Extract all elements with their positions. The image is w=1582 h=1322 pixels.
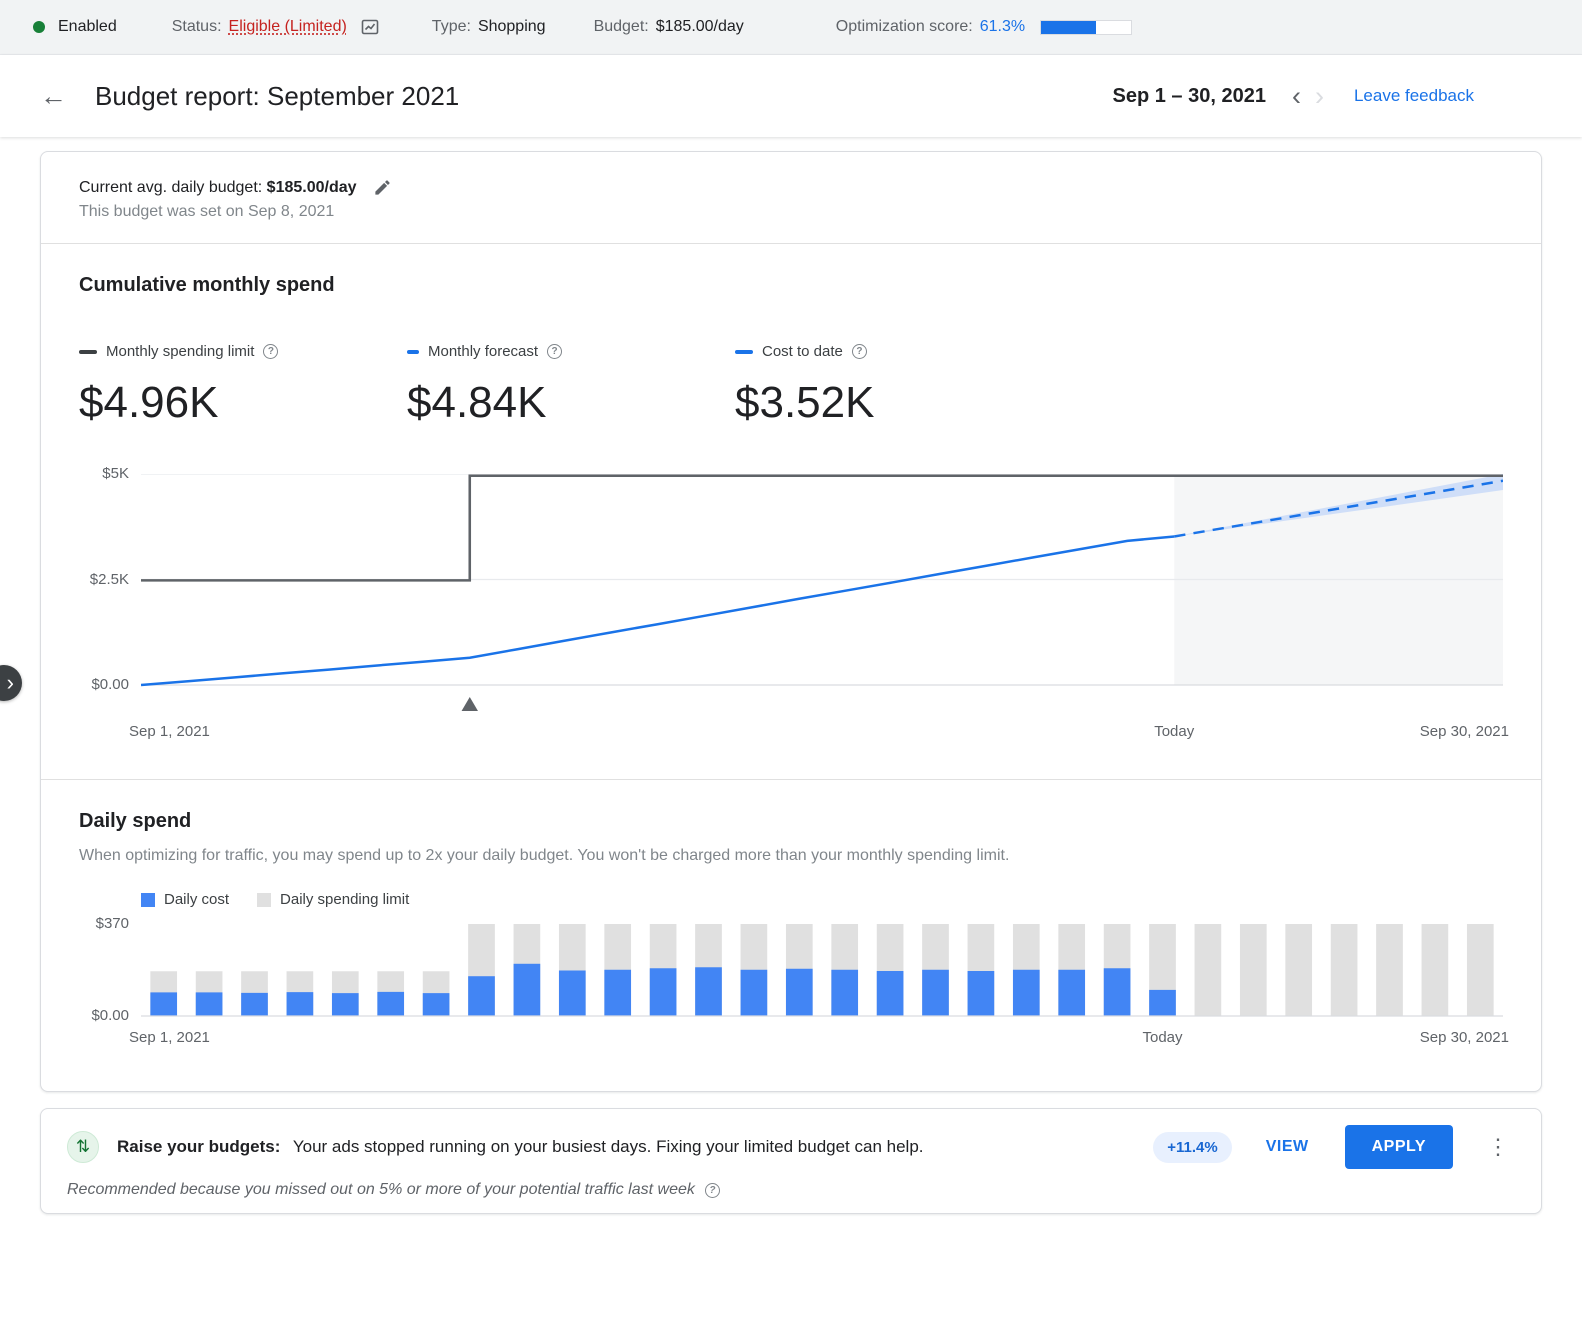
legend-label: Daily cost: [164, 891, 230, 908]
chevron-right-icon: ›: [6, 670, 14, 695]
recommendation-title: Raise your budgets:: [117, 1137, 281, 1156]
stat-monthly-spending-limit: Monthly spending limit ? $4.96K: [79, 343, 407, 428]
cost-to-date-swatch-icon: [735, 349, 753, 354]
view-button[interactable]: VIEW: [1260, 1128, 1315, 1166]
stat-value: $3.52K: [735, 378, 875, 427]
stat-monthly-forecast: Monthly forecast ? $4.84K: [407, 343, 735, 428]
enabled-label: Enabled: [58, 18, 117, 35]
type-value: Shopping: [477, 18, 546, 35]
stat-value: $4.96K: [79, 378, 219, 427]
recommendation-footnote: Recommended because you missed out on 5%…: [67, 1181, 695, 1198]
stat-label: Monthly forecast: [428, 343, 539, 360]
optimization-progress-bar: [1040, 19, 1133, 35]
daily-x-axis: Sep 1, 2021 Today Sep 30, 2021: [129, 1029, 1509, 1049]
optimization-score[interactable]: Optimization score: 61.3%: [835, 18, 1133, 36]
legend-label: Daily spending limit: [280, 891, 410, 908]
x-axis-tick-today: Today: [1154, 723, 1195, 740]
spending-limit-swatch-icon: [79, 349, 97, 354]
current-budget-value: $185.00/day: [266, 178, 357, 196]
daily-section-title: Daily spend: [79, 810, 192, 832]
daily-bar-chart: Sep 1, 2021 Today Sep 30, 2021: [129, 924, 1509, 1049]
campaign-type: Type: Shopping: [432, 18, 546, 36]
stat-value: $4.84K: [407, 378, 547, 427]
raise-budgets-arrows-icon: ⇅: [67, 1131, 99, 1163]
page-header: ← Budget report: September 2021 Sep 1 – …: [0, 55, 1582, 137]
edit-budget-pencil-icon[interactable]: [373, 178, 392, 197]
more-options-icon[interactable]: ⋮: [1479, 1130, 1517, 1164]
status-value[interactable]: Eligible (Limited): [229, 18, 347, 36]
stat-label: Cost to date: [762, 343, 843, 360]
forecast-swatch-icon: [407, 349, 419, 354]
status-label: Status:: [171, 18, 222, 35]
daily-chart-area: $370 $0.00 Sep 1, 2021 Today Sep 30, 202…: [79, 915, 1509, 1049]
campaign-budget[interactable]: Budget: $185.00/day: [594, 18, 744, 36]
recommendation-description: Your ads stopped running on your busiest…: [292, 1137, 924, 1156]
legend-daily-spending-limit: Daily spending limit: [257, 891, 409, 908]
optimization-score-value: 61.3%: [979, 18, 1026, 35]
budget-label: Budget:: [593, 18, 649, 35]
budget-value: $185.00/day: [655, 18, 744, 35]
y-axis-tick: $0.00: [91, 676, 129, 693]
y-axis-tick: $0.00: [91, 1007, 129, 1024]
help-icon[interactable]: ?: [851, 344, 867, 359]
main-content: Current avg. daily budget: $185.00/day T…: [0, 151, 1582, 1214]
x-axis-tick: Sep 1, 2021: [129, 1029, 210, 1046]
apply-button[interactable]: APPLY: [1344, 1125, 1453, 1169]
back-arrow-icon[interactable]: ←: [40, 82, 67, 110]
page-title: Budget report: September 2021: [95, 80, 460, 111]
campaign-enabled-control[interactable]: Enabled: [33, 18, 117, 36]
cumulative-section-title: Cumulative monthly spend: [79, 274, 335, 296]
current-budget-section: Current avg. daily budget: $185.00/day T…: [41, 152, 1541, 244]
x-axis-tick: Sep 1, 2021: [129, 723, 210, 740]
budget-report-card: Current avg. daily budget: $185.00/day T…: [40, 151, 1542, 1092]
stat-label: Monthly spending limit: [106, 343, 255, 360]
daily-section-subtitle: When optimizing for traffic, you may spe…: [79, 847, 1010, 864]
help-icon[interactable]: ?: [547, 344, 563, 359]
recommendation-text: Raise your budgets: Your ads stopped run…: [117, 1137, 924, 1157]
daily-chart-legend: Daily cost Daily spending limit: [141, 891, 1503, 908]
help-icon[interactable]: ?: [263, 344, 279, 359]
x-axis-tick: Sep 30, 2021: [1419, 1029, 1509, 1046]
optimization-score-label: Optimization score:: [835, 18, 973, 35]
spend-stats-row: Monthly spending limit ? $4.96K Monthly …: [79, 343, 1503, 428]
daily-limit-swatch-icon: [257, 892, 272, 907]
cumulative-chart-area: $5K $2.5K $0.00 Sep 1, 2021 Today Sep 30…: [79, 465, 1509, 743]
cumulative-x-axis: Sep 1, 2021 Today Sep 30, 2021: [129, 723, 1509, 743]
help-icon[interactable]: ?: [704, 1182, 720, 1198]
daily-cost-swatch-icon: [141, 892, 155, 907]
status-history-icon[interactable]: [360, 17, 380, 37]
legend-daily-cost: Daily cost: [141, 891, 229, 908]
x-axis-tick-today: Today: [1142, 1029, 1183, 1046]
previous-month-chevron-icon[interactable]: ‹: [1292, 82, 1301, 110]
current-budget-label: Current avg. daily budget:: [79, 178, 263, 196]
cumulative-spend-section: Cumulative monthly spend Monthly spendin…: [41, 244, 1541, 780]
leave-feedback-link[interactable]: Leave feedback: [1354, 86, 1474, 106]
stat-cost-to-date: Cost to date ? $3.52K: [735, 343, 1063, 428]
type-label: Type:: [431, 18, 471, 35]
budget-set-date-note: This budget was set on Sep 8, 2021: [79, 203, 335, 220]
y-axis-tick: $2.5K: [89, 571, 129, 588]
uplift-badge[interactable]: +11.4%: [1153, 1131, 1232, 1163]
campaign-status: Status: Eligible (Limited): [172, 17, 380, 37]
enabled-dot-icon: [33, 21, 45, 33]
y-axis-tick: $5K: [102, 465, 129, 482]
optimization-progress-fill: [1041, 20, 1097, 34]
daily-spend-section: Daily spend When optimizing for traffic,…: [41, 780, 1541, 1091]
cumulative-line-chart: Sep 1, 2021 Today Sep 30, 2021: [129, 474, 1509, 743]
recommendation-card: ⇅ Raise your budgets: Your ads stopped r…: [40, 1108, 1542, 1214]
campaign-info-bar: Enabled Status: Eligible (Limited) Type:…: [0, 0, 1582, 55]
y-axis-tick: $370: [95, 915, 129, 932]
x-axis-tick: Sep 30, 2021: [1419, 723, 1509, 740]
date-range[interactable]: Sep 1 – 30, 2021: [1113, 85, 1266, 108]
next-month-chevron-icon[interactable]: ›: [1315, 82, 1324, 110]
